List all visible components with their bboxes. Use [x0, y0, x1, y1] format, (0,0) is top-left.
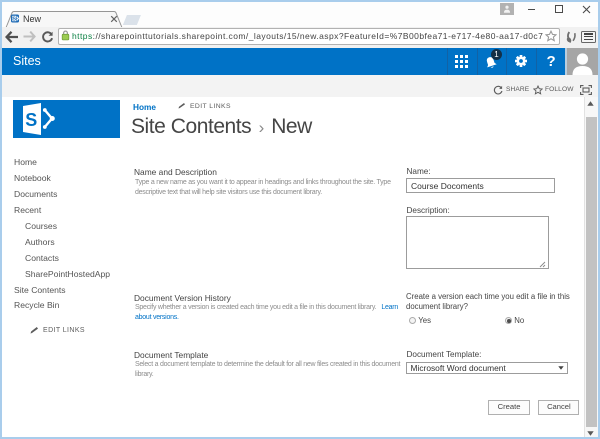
svg-text:S: S [25, 110, 37, 130]
svg-text:S: S [12, 16, 16, 22]
